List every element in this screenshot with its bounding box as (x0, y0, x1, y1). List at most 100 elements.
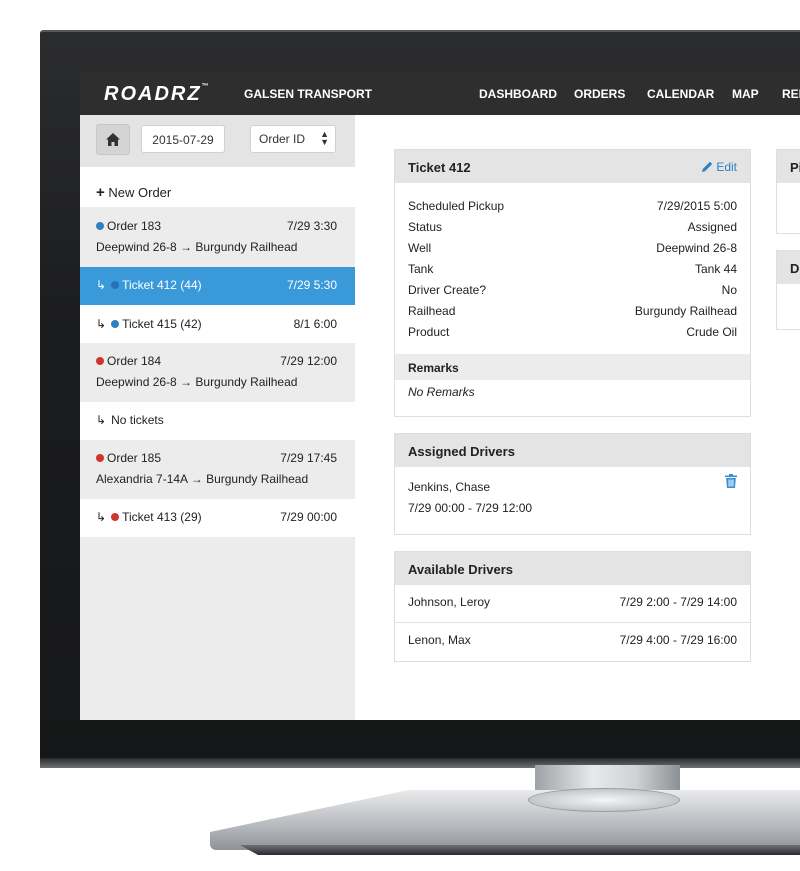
status-dot-red (96, 357, 104, 365)
available-drivers-header: Available Drivers (395, 552, 750, 585)
pickup-panel-title: Pi (790, 160, 800, 175)
home-button[interactable] (96, 124, 130, 155)
sort-select-value: Order ID (259, 132, 306, 146)
date-input[interactable]: 2015-07-29 (141, 125, 225, 153)
ticket-panel-title: Ticket 412 (408, 160, 471, 175)
available-drivers-title: Available Drivers (408, 562, 514, 577)
orders-sidebar: 2015-07-29 Order ID ▲ ▼ + New Order Order… (80, 115, 355, 720)
order-title: Order 184 (107, 354, 162, 368)
field-value: No (721, 283, 737, 297)
ticket-row-active[interactable]: ↳ Ticket 412 (44) 7/29 5:30 (80, 267, 355, 305)
top-navbar: ROADRZ™ GALSEN TRANSPORT DASHBOARD ORDER… (80, 72, 800, 115)
ticket-title: Ticket 415 (42) (122, 317, 202, 331)
monitor-stand-plate (210, 790, 800, 850)
nav-calendar[interactable]: CALENDAR (647, 87, 714, 101)
field-value: Tank 44 (694, 262, 737, 276)
field-row: Tank Tank 44 (408, 262, 737, 278)
remarks-value: No Remarks (408, 385, 475, 399)
edit-label: Edit (716, 160, 737, 174)
no-tickets-label: No tickets (111, 413, 164, 427)
no-tickets-row: ↳ No tickets (80, 402, 355, 440)
field-row: Railhead Burgundy Railhead (408, 304, 737, 320)
order-time: 7/29 12:00 (280, 354, 337, 368)
assigned-driver-name: Jenkins, Chase (408, 480, 737, 496)
app-screen: ROADRZ™ GALSEN TRANSPORT DASHBOARD ORDER… (80, 72, 800, 720)
order-time: 7/29 17:45 (280, 451, 337, 465)
assigned-drivers-panel: Assigned Drivers Jenkins, Chase 7/29 00:… (394, 433, 751, 535)
field-label: Scheduled Pickup (408, 199, 505, 213)
field-value: Crude Oil (686, 325, 737, 339)
trash-icon[interactable] (725, 474, 737, 488)
ticket-time: 8/1 6:00 (293, 317, 337, 331)
nav-reports[interactable]: REPORTS (782, 87, 800, 101)
child-arrow-icon: ↳ (96, 317, 107, 331)
field-label: Product (408, 325, 450, 339)
field-value: Deepwind 26-8 (656, 241, 737, 255)
logo[interactable]: ROADRZ™ (104, 83, 211, 106)
order-row[interactable]: Order 184 7/29 12:00 Deepwind 26-8 → Bur… (80, 343, 355, 402)
ticket-title: Ticket 413 (29) (122, 510, 202, 524)
details-panel-partial: D (776, 250, 800, 330)
nav-orders[interactable]: ORDERS (574, 87, 625, 101)
row-divider (395, 622, 750, 623)
child-arrow-icon: ↳ (96, 413, 107, 427)
child-arrow-icon: ↳ (96, 510, 107, 524)
available-driver-row[interactable]: Lenon, Max 7/29 4:00 - 7/29 16:00 (408, 633, 737, 649)
field-label: Railhead (408, 304, 456, 318)
field-row: Driver Create? No (408, 283, 737, 299)
driver-name: Jenkins, Chase (408, 480, 491, 494)
nav-dashboard[interactable]: DASHBOARD (479, 87, 557, 101)
nav-map[interactable]: MAP (732, 87, 759, 101)
field-value: 7/29/2015 5:00 (656, 199, 737, 213)
home-icon (106, 133, 120, 146)
available-driver-row[interactable]: Johnson, Leroy 7/29 2:00 - 7/29 14:00 (408, 595, 737, 611)
order-title: Order 185 (107, 451, 162, 465)
details-panel-header: D (777, 251, 800, 284)
order-route: Alexandria 7-14A → Burgundy Railhead (96, 472, 309, 486)
company-name: GALSEN TRANSPORT (244, 87, 373, 101)
edit-link[interactable]: Edit (701, 160, 737, 174)
field-row: Scheduled Pickup 7/29/2015 5:00 (408, 199, 737, 215)
field-label: Tank (408, 262, 434, 276)
field-row: Status Assigned (408, 220, 737, 236)
order-row[interactable]: Order 185 7/29 17:45 Alexandria 7-14A → … (80, 440, 355, 499)
assigned-drivers-header: Assigned Drivers (395, 434, 750, 467)
order-time: 7/29 3:30 (286, 219, 337, 233)
order-row[interactable]: Order 183 7/29 3:30 Deepwind 26-8 → Burg… (80, 207, 355, 267)
field-value: Burgundy Railhead (634, 304, 737, 318)
available-drivers-panel: Available Drivers Johnson, Leroy 7/29 2:0… (394, 551, 751, 662)
remarks-header: Remarks (395, 354, 750, 380)
monitor-stand-hub (528, 788, 680, 812)
pickup-panel-header: Pi (777, 150, 800, 183)
remarks-heading: Remarks (408, 361, 459, 375)
details-panel-title: D (790, 261, 800, 276)
ticket-row[interactable]: ↳ Ticket 415 (42) 8/1 6:00 (80, 305, 355, 343)
order-route: Deepwind 26-8 → Burgundy Railhead (96, 375, 298, 389)
new-order-label: New Order (108, 185, 172, 200)
field-value: Assigned (687, 220, 737, 234)
status-dot-blue (111, 281, 120, 289)
driver-window: 7/29 4:00 - 7/29 16:00 (619, 633, 737, 647)
ticket-time: 7/29 00:00 (280, 510, 337, 524)
pickup-panel-partial: Pi (776, 149, 800, 234)
child-arrow-icon: ↳ (96, 278, 107, 292)
ticket-row[interactable]: ↳ Ticket 413 (29) 7/29 00:00 (80, 499, 355, 537)
ticket-title: Ticket 412 (44) (122, 278, 202, 292)
driver-name: Lenon, Max (408, 633, 471, 647)
field-label: Well (408, 241, 432, 255)
status-dot-blue (96, 222, 104, 230)
sort-arrows-icon: ▲ ▼ (320, 129, 329, 147)
driver-window: 7/29 2:00 - 7/29 14:00 (619, 595, 737, 609)
monitor-bezel-edge (40, 758, 800, 768)
remarks-text: No Remarks (408, 385, 737, 401)
pencil-icon (701, 161, 713, 172)
assigned-drivers-title: Assigned Drivers (408, 444, 515, 459)
status-dot-red (96, 454, 104, 462)
sort-select[interactable]: Order ID ▲ ▼ (250, 125, 336, 153)
ticket-panel: Ticket 412 Edit Scheduled Pickup 7/29/201… (394, 149, 751, 417)
new-order-button[interactable]: + New Order (80, 167, 355, 207)
order-route: Deepwind 26-8 → Burgundy Railhead (96, 240, 298, 254)
sidebar-filler (80, 537, 355, 720)
field-label: Status (408, 220, 443, 234)
driver-name: Johnson, Leroy (408, 595, 491, 609)
